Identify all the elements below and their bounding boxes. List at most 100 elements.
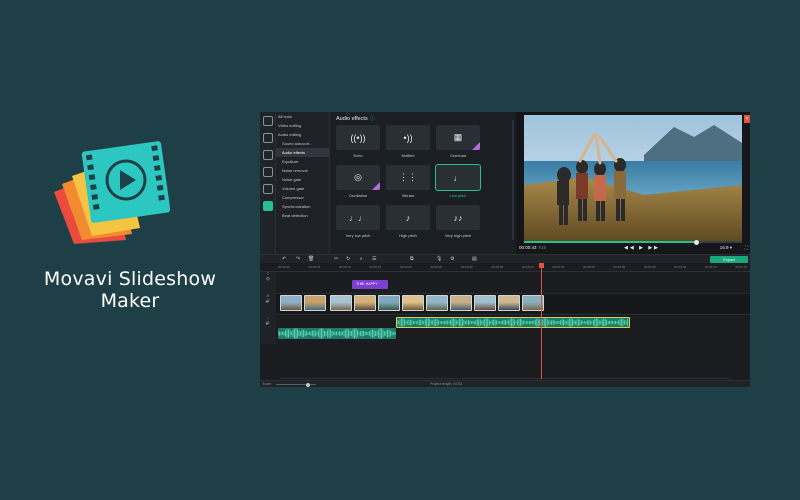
timeline-tool-icon[interactable]: ◐ [360,256,363,262]
category-item[interactable]: Synchronization [276,202,329,211]
oscillation-icon[interactable]: ◎ [336,165,380,190]
progress-knob[interactable] [694,239,700,245]
ruler-tick-label: 00:00:00 [278,265,290,269]
fullscreen-icon[interactable]: ⛶ [745,245,748,250]
effect-label: Low pitch [449,193,467,198]
audio-track-controls[interactable]: ♪ 🔊 [260,316,276,344]
category-item[interactable]: Sound autocorr... [276,139,329,148]
effect-label: High pitch [399,233,417,238]
effect-card[interactable]: ♩♩ Very low pitch [336,205,380,243]
lane-separator [276,293,750,294]
category-item[interactable]: All tools [276,112,329,121]
timeline-toolbar: Export ↶ ↷ 🗑 ✂ ↻ ◐ ☰ ⧉ 🎙 ⚙ ▤ [260,254,750,263]
info-icon[interactable]: ⓘ [370,116,375,122]
effect-glyph: ⋮⋮ [399,172,417,182]
effect-card[interactable]: ♪♪ Very high pitch [436,205,480,243]
magic-wand-icon[interactable] [262,133,273,143]
lane-separator [276,314,750,315]
photo-clip[interactable] [280,295,302,311]
zoom-knob[interactable] [306,382,310,387]
photo-clip[interactable] [474,295,496,311]
very-low-pitch-icon[interactable]: ♩♩ [336,205,380,230]
aspect-ratio-select[interactable]: 16:9 ▾ [720,245,732,251]
timeline-tool-icon[interactable]: ☰ [372,256,376,262]
category-item[interactable]: Audio effects [276,148,329,157]
title-track-controls[interactable]: T 👁 [260,272,276,294]
ruler-tick-label: 00:01:15 [735,265,748,269]
echo-icon[interactable]: ((•)) [336,125,380,150]
muffled-icon[interactable]: •)) [386,125,430,150]
transport-controls[interactable]: ◀◀ ▶ ▶▶ [624,245,660,251]
category-item[interactable]: Noise gate [276,175,329,184]
high-pitch-icon[interactable]: ♪ [386,205,430,230]
audio-clip[interactable] [278,328,396,339]
titles-icon[interactable] [262,167,273,177]
effects-scrollbar[interactable] [512,120,514,240]
export-button[interactable]: Export [710,256,748,263]
audio-clip-selected[interactable] [396,317,630,328]
timecode-main: 00:00:43 [519,245,537,250]
effects-grid: ((•)) Echo •)) Muffled ▦ Overload ◎ Oscillation… [336,125,496,243]
playhead-handle[interactable] [539,263,544,268]
photo-clip[interactable] [450,295,472,311]
timeline-scrollbar[interactable] [280,378,730,379]
close-preview-button[interactable]: × [744,115,750,123]
transitions-icon[interactable] [262,184,273,194]
very-high-pitch-icon[interactable]: ♪♪ [436,205,480,230]
photo-clip[interactable] [354,295,376,311]
ruler-tick-label: 00:00:35 [491,265,504,269]
status-bar: Scale: Project length: 00:53 [260,380,750,387]
category-item[interactable]: Compressor [276,193,329,202]
effect-card[interactable]: ♪ High pitch [386,205,430,243]
effect-glyph: ♪♪ [453,212,463,223]
effect-card[interactable]: •)) Muffled [386,125,430,163]
playhead[interactable] [539,263,544,379]
timeline-tool-icon[interactable]: ↻ [346,256,350,262]
effects-panel-title: Audio effects ⓘ [330,112,516,124]
photo-clip[interactable] [426,295,448,311]
photo-clip[interactable] [304,295,326,311]
timeline-tool-icon[interactable]: 🗑 [308,256,314,262]
overload-icon[interactable]: ▦ [436,125,480,150]
category-item[interactable]: Beat detection [276,211,329,220]
ruler-tick-label: 00:01:05 [674,265,687,269]
timeline-tool-icon[interactable]: ↷ [296,256,300,262]
timeline-tool-icon[interactable]: ▤ [472,256,477,262]
category-item[interactable]: Noise removal [276,166,329,175]
photo-clip[interactable] [498,295,520,311]
filters-icon[interactable] [262,150,273,160]
timeline-tool-icon[interactable]: ⚙ [450,256,454,262]
category-item[interactable]: Video editing [276,121,329,130]
playback-progress-bar[interactable] [524,239,742,245]
effect-card[interactable]: ▦ Overload [436,125,480,163]
category-item[interactable]: Audio editing [276,130,329,139]
effect-glyph: ▦ [453,132,463,142]
timeline-tool-icon[interactable]: ↶ [282,256,286,262]
more-tools-icon[interactable] [262,201,273,211]
tool-rail [260,112,276,254]
ruler-tick-label: 00:00:05 [308,265,321,269]
project-length: Project length: 00:53 [430,382,463,386]
category-item[interactable]: Equalizer [276,157,329,166]
photo-clip[interactable] [330,295,352,311]
vibrato-icon[interactable]: ⋮⋮ [386,165,430,190]
ruler-tick-label: 00:00:50 [583,265,595,269]
category-item[interactable]: Volume gate [276,184,329,193]
import-icon[interactable] [262,116,273,126]
effect-card[interactable]: ((•)) Echo [336,125,380,163]
effects-title-text: Audio effects [336,116,368,122]
title-clip[interactable]: Tt BE HAPPY [352,280,388,289]
photo-clip[interactable] [378,295,400,311]
timeline-tool-icon[interactable]: 🎙 [436,256,442,262]
low-pitch-icon[interactable]: ♩ [435,164,481,191]
timeline-ruler[interactable]: 00:00:00 00:00:05 00:00:10 00:00:15 00:00:20… [260,263,750,272]
timeline-tool-icon[interactable]: ⧉ [410,256,414,262]
photo-clip[interactable] [402,295,424,311]
effect-card[interactable]: ♩ Low pitch [435,164,481,203]
zoom-slider[interactable] [276,382,316,387]
premium-badge-icon [372,182,380,190]
effect-card[interactable]: ⋮⋮ Vibrato [386,165,430,203]
effect-card[interactable]: ◎ Oscillation [336,165,380,203]
video-track-controls[interactable]: ⊟ 🔊 [260,294,276,316]
timeline-tool-icon[interactable]: ✂ [334,256,338,262]
